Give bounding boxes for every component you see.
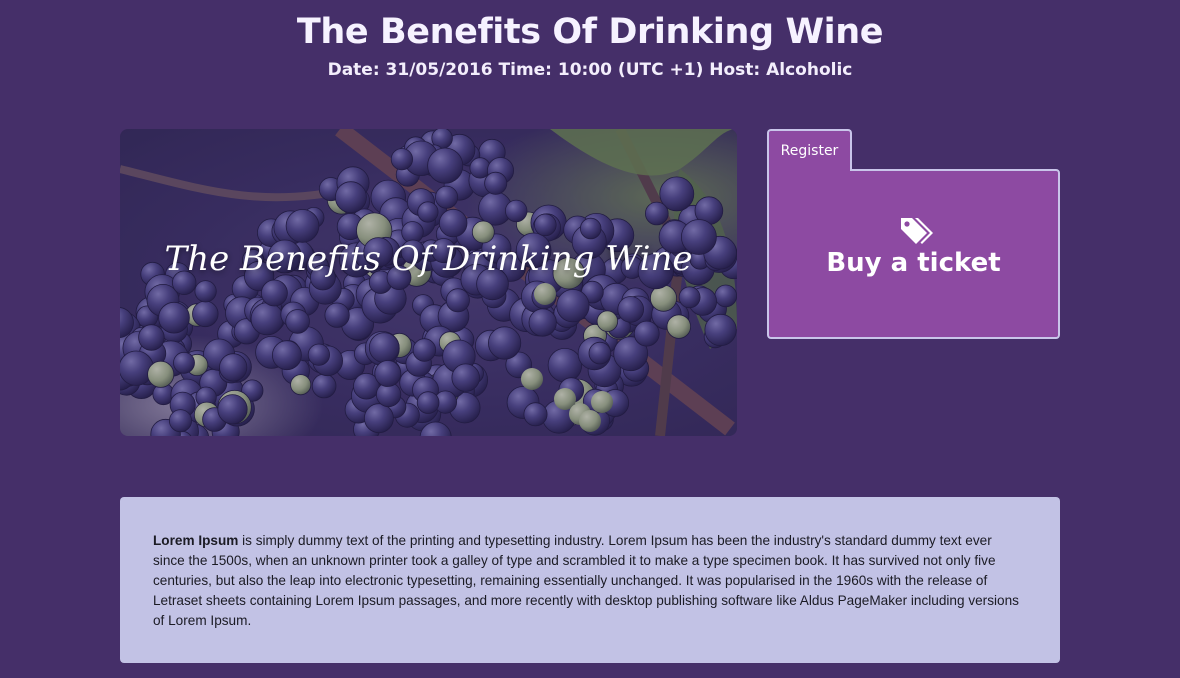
hero-image: The Benefits Of Drinking Wine <box>120 129 737 436</box>
hero-caption: The Benefits Of Drinking Wine <box>164 239 693 279</box>
page-title: The Benefits Of Drinking Wine <box>296 12 884 52</box>
description-lead: Lorem Ipsum <box>153 533 239 548</box>
event-meta: Date: 31/05/2016 Time: 10:00 (UTC +1) Ho… <box>327 60 853 80</box>
tab-register[interactable]: Register <box>767 129 852 171</box>
tags-icon <box>901 218 933 244</box>
register-panel: Buy a ticket <box>767 169 1060 339</box>
event-description: Lorem Ipsum is simply dummy text of the … <box>120 497 1060 663</box>
description-body: is simply dummy text of the printing and… <box>153 533 1019 628</box>
buy-ticket-button[interactable]: Buy a ticket <box>769 245 1058 281</box>
